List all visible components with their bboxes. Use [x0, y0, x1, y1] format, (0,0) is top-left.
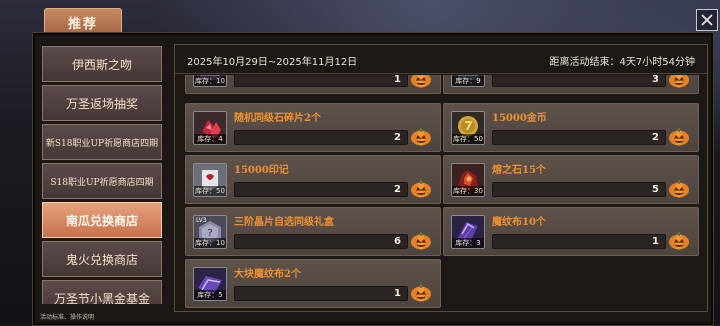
item-price: 3 — [652, 75, 659, 85]
shop-item[interactable]: 库存：30 熔之石15个 5 — [443, 155, 699, 204]
pumpkin-icon — [668, 178, 690, 198]
partial-item-icon: 库存：9 — [451, 75, 485, 87]
shop-item[interactable]: 库存：4 随机同级石碎片2个 2 — [185, 103, 441, 152]
item-price: 2 — [652, 132, 659, 143]
mystery-box-icon: ? LV3 库存：10 — [193, 215, 227, 249]
price-bar: 2 — [492, 130, 666, 145]
tab-label: 推荐 — [67, 16, 98, 32]
item-price: 6 — [394, 236, 401, 247]
molten-stone-icon: 库存：30 — [451, 163, 485, 197]
price-bar: 6 — [234, 234, 408, 249]
item-price: 2 — [394, 184, 401, 195]
pumpkin-icon — [668, 230, 690, 250]
pumpkin-icon — [668, 126, 690, 146]
sidebar-item-halloween-rerun-lottery[interactable]: 万圣返场抽奖 — [42, 85, 162, 121]
shop-content: 2025年10月29日~2025年11月12日 距离活动结束：4天7小时54分钟… — [174, 44, 708, 312]
pumpkin-icon — [410, 126, 432, 146]
sidebar: 伊西斯之吻 万圣返场抽奖 新S18职业UP祈愿商店四期 S18职业UP祈愿商店四… — [42, 46, 162, 304]
pumpkin-icon — [410, 75, 432, 88]
pumpkin-icon — [668, 75, 690, 88]
sidebar-item-label: 伊西斯之吻 — [71, 57, 132, 72]
partial-item-icon: 库存：10 — [193, 75, 227, 87]
sidebar-item-isis-kiss[interactable]: 伊西斯之吻 — [42, 46, 162, 82]
sidebar-item-new-s18-wish-shop[interactable]: 新S18职业UP祈愿商店四期 — [42, 124, 162, 160]
item-name: 随机同级石碎片2个 — [234, 113, 321, 124]
item-name: 三阶晶片自选同级礼盒 — [234, 217, 334, 228]
sidebar-item-label: 南瓜兑换商店 — [65, 213, 138, 228]
sidebar-item-halloween-fund[interactable]: 万圣节小黑金基金 — [42, 280, 162, 304]
price-bar: 1 — [234, 75, 408, 87]
red-stone-shard-icon: 库存：4 — [193, 111, 227, 145]
item-stock: 库存：3 — [452, 238, 484, 248]
large-magic-cloth-icon: 库存：5 — [193, 267, 227, 301]
sidebar-item-pumpkin-shop[interactable]: 南瓜兑换商店 — [42, 202, 162, 238]
shop-item[interactable]: ? LV3 库存：10 三阶晶片自选同级礼盒 6 — [185, 207, 441, 256]
item-name: 15000印记 — [234, 165, 289, 176]
sidebar-item-ghostfire-shop[interactable]: 鬼火兑换商店 — [42, 241, 162, 277]
event-date-bar: 2025年10月29日~2025年11月12日 距离活动结束：4天7小时54分钟 — [175, 45, 707, 74]
item-stock: 库存：10 — [194, 76, 226, 86]
price-bar: 3 — [492, 75, 666, 87]
price-bar: 1 — [234, 286, 408, 301]
item-price: 5 — [652, 184, 659, 195]
item-stock: 库存：5 — [194, 290, 226, 300]
item-stock: 库存：9 — [452, 76, 484, 86]
sidebar-item-label: 鬼火兑换商店 — [65, 252, 138, 267]
seal-mark-icon: 库存：50 — [193, 163, 227, 197]
item-name: 大块魔纹布2个 — [234, 269, 301, 280]
sidebar-item-label: 万圣节小黑金基金 — [53, 291, 150, 305]
close-icon — [701, 14, 713, 26]
close-button[interactable] — [696, 9, 718, 31]
tab-recommend[interactable]: 推荐 — [44, 8, 122, 35]
pumpkin-icon — [410, 230, 432, 250]
item-price: 1 — [394, 75, 401, 85]
item-name: 魔纹布10个 — [492, 217, 546, 228]
item-stock: 库存：50 — [194, 186, 226, 196]
shop-item[interactable]: 库存：3 魔纹布10个 1 — [443, 207, 699, 256]
item-price: 1 — [394, 288, 401, 299]
footer-note[interactable]: 活动标准、操作说明 — [40, 312, 94, 321]
sidebar-item-label: 新S18职业UP祈愿商店四期 — [45, 138, 159, 149]
item-price: 2 — [394, 132, 401, 143]
sidebar-item-label: 万圣返场抽奖 — [65, 96, 138, 111]
gold-coin-icon: 库存：50 — [451, 111, 485, 145]
price-bar: 2 — [234, 130, 408, 145]
shop-item[interactable]: 库存：9 3 — [443, 75, 699, 94]
item-name: 15000金币 — [492, 113, 547, 124]
event-countdown: 距离活动结束：4天7小时54分钟 — [549, 57, 695, 68]
price-bar: 1 — [492, 234, 666, 249]
price-bar: 2 — [234, 182, 408, 197]
shop-item[interactable]: 库存：10 1 — [185, 75, 441, 94]
item-level-badge: LV3 — [196, 217, 207, 224]
event-date-range: 2025年10月29日~2025年11月12日 — [187, 57, 358, 68]
pumpkin-icon — [410, 282, 432, 302]
shop-item[interactable]: 库存：50 15000金币 2 — [443, 103, 699, 152]
price-bar: 5 — [492, 182, 666, 197]
sidebar-item-label: S18职业UP祈愿商店四期 — [50, 177, 154, 188]
pumpkin-icon — [410, 178, 432, 198]
item-grid[interactable]: 库存：10 1 库存：9 3 库存：4 随机同级石碎片2个 2 库存：50 15… — [175, 75, 707, 311]
item-price: 1 — [652, 236, 659, 247]
shop-item[interactable]: 库存：5 大块魔纹布2个 1 — [185, 259, 441, 308]
shop-item[interactable]: 库存：50 15000印记 2 — [185, 155, 441, 204]
item-stock: 库存：50 — [452, 134, 484, 144]
item-stock: 库存：30 — [452, 186, 484, 196]
item-stock: 库存：10 — [194, 238, 226, 248]
magic-cloth-icon: 库存：3 — [451, 215, 485, 249]
sidebar-item-s18-wish-shop[interactable]: S18职业UP祈愿商店四期 — [42, 163, 162, 199]
item-name: 熔之石15个 — [492, 165, 546, 176]
item-stock: 库存：4 — [194, 134, 226, 144]
